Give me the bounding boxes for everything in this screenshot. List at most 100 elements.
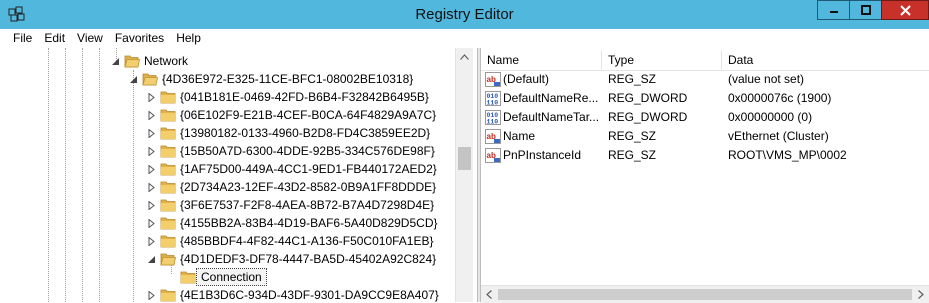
title-bar: Registry Editor	[0, 0, 929, 29]
value-type: REG_SZ	[608, 129, 657, 143]
folder-open-icon	[142, 73, 158, 86]
folder-icon	[160, 145, 176, 158]
folder-icon	[160, 199, 176, 212]
values-horizontal-scrollbar[interactable]	[481, 285, 929, 303]
folder-icon	[160, 91, 176, 104]
value-row[interactable]: 010 110 DefaultNameRe... REG_DWORD 0x0000…	[481, 89, 929, 108]
tree-node-label: {041B181E-0469-42FD-B6B4-F32842B6495B}	[180, 90, 429, 104]
tree-node[interactable]: {4155BB2A-83B4-4D19-BAF6-5A40D829D5CD}	[0, 214, 455, 232]
tree-node[interactable]: {041B181E-0469-42FD-B6B4-F32842B6495B}	[0, 88, 455, 106]
collapsed-arrow-icon[interactable]	[147, 237, 156, 246]
tree-node[interactable]: {1AF75D00-449A-4CC1-9ED1-FB440172AED2}	[0, 160, 455, 178]
column-header-name[interactable]: Name	[481, 50, 602, 70]
tree-node-label: {13980182-0133-4960-B2D8-FD4C3859EE2D}	[180, 126, 431, 140]
collapsed-arrow-icon[interactable]	[147, 165, 156, 174]
tree-node-label: {15B50A7D-6300-4DDE-92B5-334C576DE98F}	[180, 144, 435, 158]
menu-favorites[interactable]: Favorites	[109, 29, 170, 48]
value-row[interactable]: ab (Default) REG_SZ (value not set)	[481, 70, 929, 89]
tree-node-expanded[interactable]: {4D1DEDF3-DF78-4447-BA5D-45402A92C824}	[0, 250, 455, 268]
value-row[interactable]: ab PnPInstanceId REG_SZ ROOT\VMS_MP\0002	[481, 146, 929, 165]
value-type: REG_SZ	[608, 72, 657, 86]
collapsed-arrow-icon[interactable]	[147, 201, 156, 210]
column-header-type[interactable]: Type	[602, 50, 722, 70]
value-data: vEthernet (Cluster)	[728, 129, 829, 143]
folder-open-icon	[160, 253, 176, 266]
tree-node-label-selected: Connection	[196, 268, 267, 286]
binary-value-icon: 010110	[485, 110, 501, 125]
collapsed-arrow-icon[interactable]	[147, 129, 156, 138]
string-value-icon: ab	[485, 148, 501, 163]
tree-node[interactable]: {4E1B3D6C-934D-43DF-9301-DA9CC9E8A407}	[0, 286, 455, 302]
collapsed-arrow-icon[interactable]	[147, 111, 156, 120]
scroll-left-arrow-icon[interactable]	[486, 290, 492, 299]
tree-node-label: {2D734A23-12EF-43D2-8582-0B9A1FF8DDDE}	[180, 180, 437, 194]
tree-node-label: {4D1DEDF3-DF78-4447-BA5D-45402A92C824}	[180, 252, 437, 266]
folder-icon	[180, 271, 196, 284]
tree-node[interactable]: {3F6E7537-F2F8-4AEA-8B72-B7A4D7298D4E}	[0, 196, 455, 214]
folder-icon	[160, 289, 176, 302]
tree-node-network[interactable]: Network	[0, 52, 455, 70]
list-header: Name Type Data	[481, 50, 929, 71]
value-name: (Default)	[503, 72, 550, 86]
close-icon	[899, 4, 911, 16]
tree-node-class-guid[interactable]: {4D36E972-E325-11CE-BFC1-08002BE10318}	[0, 70, 455, 88]
menu-view[interactable]: View	[71, 29, 109, 48]
tree-node[interactable]: {13980182-0133-4960-B2D8-FD4C3859EE2D}	[0, 124, 455, 142]
collapsed-arrow-icon[interactable]	[147, 147, 156, 156]
folder-icon	[160, 181, 176, 194]
expanded-arrow-icon[interactable]	[111, 57, 120, 66]
tree-node[interactable]: {485BBDF4-4F82-44C1-A136-F50C010FA1EB}	[0, 232, 455, 250]
folder-icon	[160, 235, 176, 248]
values-list[interactable]: Name Type Data ab (Default) REG_SZ (valu…	[481, 48, 929, 303]
window-title: Registry Editor	[415, 6, 514, 23]
column-header-data[interactable]: Data	[722, 50, 929, 70]
value-name: PnPInstanceId	[503, 148, 582, 162]
tree-node-label: {06E102F9-E21B-4CEF-B0CA-64F4829A9A7C}	[180, 108, 437, 122]
tree-node-label: {3F6E7537-F2F8-4AEA-8B72-B7A4D7298D4E}	[180, 198, 435, 212]
value-data: 0x00000000 (0)	[728, 110, 813, 124]
minimize-button[interactable]	[817, 0, 850, 20]
binary-value-icon: 010110	[485, 91, 501, 106]
scrollbar-thumb[interactable]	[498, 289, 912, 300]
tree-node-label: {4D36E972-E325-11CE-BFC1-08002BE10318}	[162, 72, 414, 86]
value-data: (value not set)	[728, 72, 805, 86]
value-name: DefaultNameTar...	[503, 110, 600, 124]
tree-node-label: {1AF75D00-449A-4CC1-9ED1-FB440172AED2}	[180, 162, 437, 176]
value-row[interactable]: 010 110 DefaultNameTar... REG_DWORD 0x000…	[481, 108, 929, 127]
expanded-arrow-icon[interactable]	[147, 255, 156, 264]
value-type: REG_SZ	[608, 148, 657, 162]
tree-node-label: {485BBDF4-4F82-44C1-A136-F50C010FA1EB}	[180, 234, 434, 248]
tree-node[interactable]: {2D734A23-12EF-43D2-8582-0B9A1FF8DDDE}	[0, 178, 455, 196]
menu-help[interactable]: Help	[170, 29, 207, 48]
scroll-right-arrow-icon[interactable]	[918, 290, 924, 299]
collapsed-arrow-icon[interactable]	[147, 291, 156, 300]
folder-icon	[160, 127, 176, 140]
menu-edit[interactable]: Edit	[38, 29, 71, 48]
value-name: Name	[503, 129, 536, 143]
folder-icon	[160, 109, 176, 122]
collapsed-arrow-icon[interactable]	[147, 93, 156, 102]
value-type: REG_DWORD	[608, 110, 688, 124]
tree-node[interactable]: {15B50A7D-6300-4DDE-92B5-334C576DE98F}	[0, 142, 455, 160]
close-button[interactable]	[881, 0, 929, 20]
tree-node-label: Network	[144, 54, 189, 68]
value-data: ROOT\VMS_MP\0002	[728, 148, 847, 162]
menu-bar: File Edit View Favorites Help	[0, 29, 929, 48]
value-name: DefaultNameRe...	[503, 91, 599, 105]
scrollbar-thumb[interactable]	[458, 147, 471, 170]
maximize-button[interactable]	[849, 0, 882, 20]
expanded-arrow-icon[interactable]	[129, 75, 138, 84]
collapsed-arrow-icon[interactable]	[147, 219, 156, 228]
tree-vertical-scrollbar[interactable]	[455, 48, 473, 302]
registry-tree[interactable]: Network {4D36E972-E325-11CE-BFC1-08002BE…	[0, 48, 477, 302]
tree-node-label: {4155BB2A-83B4-4D19-BAF6-5A40D829D5CD}	[180, 216, 438, 230]
tree-node-connection[interactable]: Connection	[0, 268, 455, 286]
svg-text:110: 110	[487, 119, 499, 126]
svg-text:110: 110	[487, 100, 499, 107]
menu-file[interactable]: File	[0, 29, 38, 48]
maximize-icon	[860, 5, 871, 15]
collapsed-arrow-icon[interactable]	[147, 183, 156, 192]
scroll-up-arrow-icon[interactable]	[460, 54, 469, 60]
value-row[interactable]: ab Name REG_SZ vEthernet (Cluster)	[481, 127, 929, 146]
tree-node[interactable]: {06E102F9-E21B-4CEF-B0CA-64F4829A9A7C}	[0, 106, 455, 124]
